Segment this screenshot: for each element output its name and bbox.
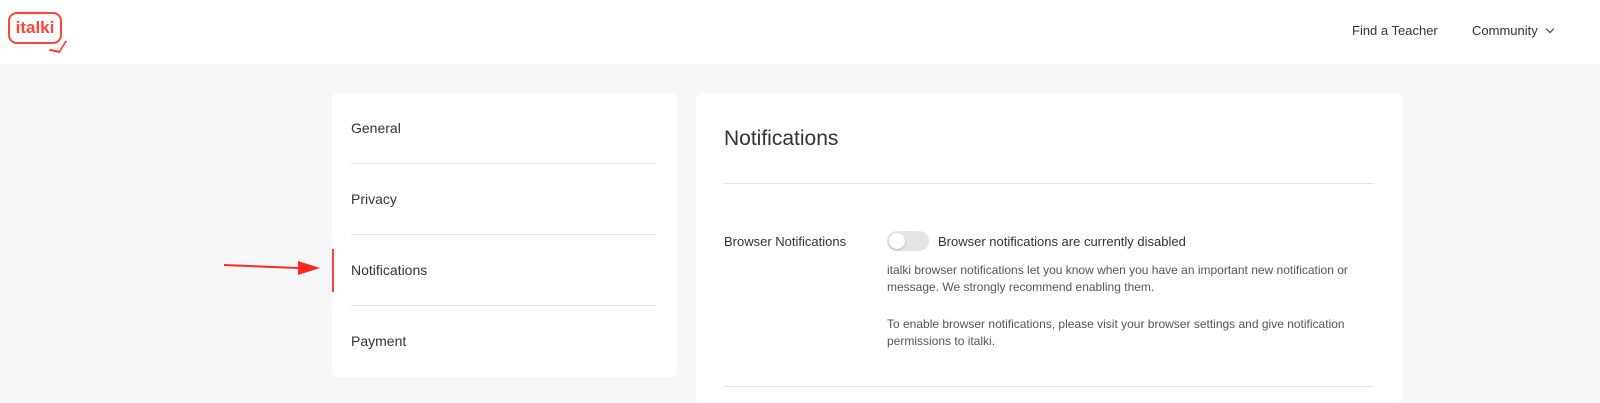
browser-notifications-toggle[interactable]: [887, 231, 929, 251]
toggle-knob: [889, 233, 905, 249]
divider: [724, 183, 1374, 184]
notification-status-text: Browser notifications are currently disa…: [938, 234, 1186, 249]
chevron-down-icon: [1545, 24, 1554, 34]
sidebar-item-privacy[interactable]: Privacy: [351, 164, 656, 234]
settings-sidebar: General Privacy Notifications Payment: [332, 93, 677, 377]
sidebar-item-payment[interactable]: Payment: [351, 306, 656, 376]
sidebar-item-label: General: [351, 120, 401, 136]
italki-logo[interactable]: italki: [8, 12, 68, 53]
nav-find-a-teacher[interactable]: Find a Teacher: [1352, 23, 1438, 38]
sidebar-item-general[interactable]: General: [351, 93, 656, 163]
nav-community[interactable]: Community: [1472, 23, 1554, 38]
sidebar-item-label: Privacy: [351, 191, 397, 207]
logo-text: italki: [8, 12, 62, 44]
browser-notifications-label: Browser Notifications: [724, 234, 847, 249]
notifications-panel: Notifications Browser Notifications Brow…: [696, 93, 1402, 403]
sidebar-item-label: Notifications: [351, 262, 428, 278]
active-item-indicator: [332, 249, 334, 292]
sidebar-item-notifications[interactable]: Notifications: [351, 235, 656, 305]
page-title: Notifications: [724, 127, 839, 150]
divider: [724, 386, 1374, 387]
notification-instructions: To enable browser notifications, please …: [887, 317, 1345, 348]
nav-community-label: Community: [1472, 23, 1538, 38]
notification-description: italki browser notifications let you kno…: [887, 263, 1348, 294]
top-navigation-bar: italki Find a Teacher Community: [0, 0, 1600, 64]
annotation-arrow-icon: [224, 261, 320, 275]
sidebar-item-label: Payment: [351, 333, 407, 349]
